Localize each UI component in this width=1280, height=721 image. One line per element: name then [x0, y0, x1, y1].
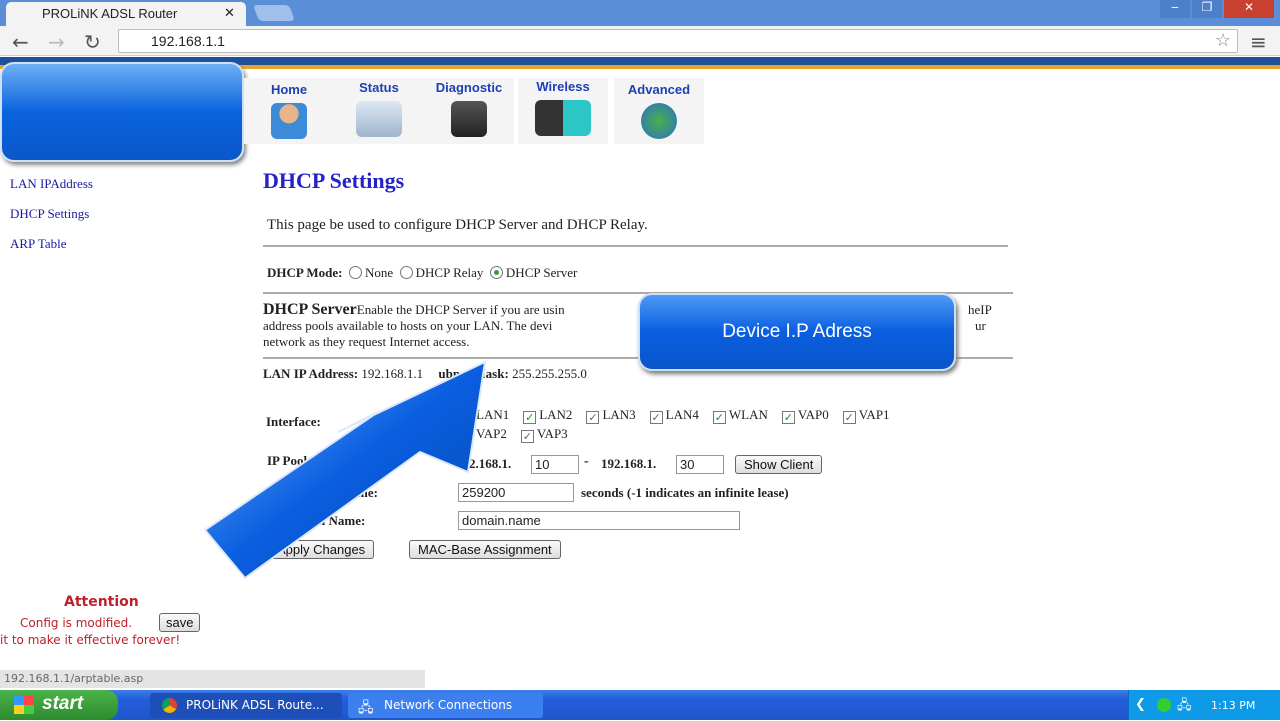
clock[interactable]: 1:13 PM: [1211, 699, 1255, 712]
start-button[interactable]: start: [0, 690, 118, 720]
tray-collapse-icon[interactable]: ❮: [1135, 697, 1146, 712]
taskbar-network-connections[interactable]: 🖧 Network Connections: [348, 693, 543, 718]
tray-network-icon[interactable]: 🖧: [1177, 696, 1192, 718]
status-bar: 192.168.1.1/arptable.asp: [0, 670, 425, 688]
attention-line1: Config is modified.: [20, 616, 133, 630]
attention-line2: it to make it effective forever!: [0, 633, 181, 647]
system-tray: ❮ 🖧 1:13 PM: [1128, 690, 1280, 720]
chrome-icon: [162, 698, 177, 713]
tray-green-icon[interactable]: [1157, 698, 1171, 712]
network-icon: 🖧: [358, 700, 374, 716]
device-ip-callout: Device I.P Adress: [638, 293, 956, 371]
windows-logo-icon: [14, 696, 34, 714]
taskbar-chrome[interactable]: PROLiNK ADSL Route...: [150, 693, 342, 718]
save-button[interactable]: save: [159, 613, 200, 632]
attention-title: Attention: [64, 594, 139, 610]
